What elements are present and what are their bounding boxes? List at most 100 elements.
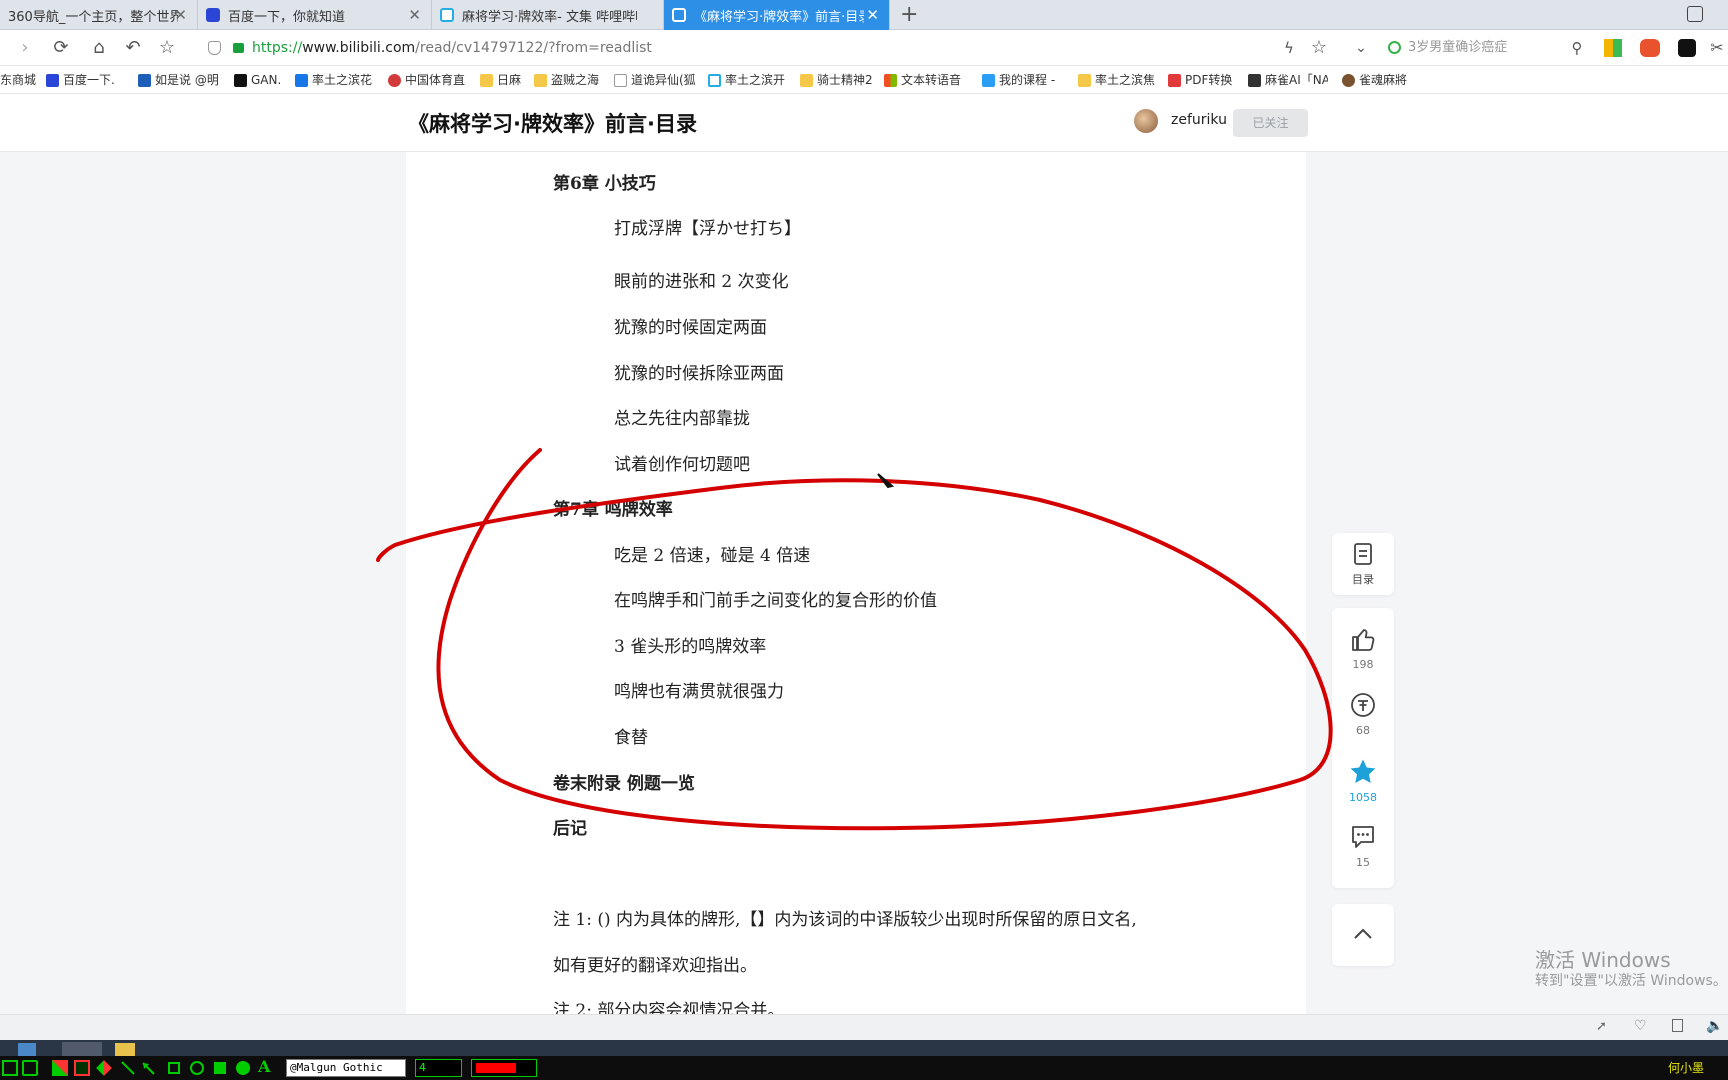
tab-active-article[interactable]: 《麻将学习·牌效率》前言·目录 ✕ xyxy=(664,0,890,30)
bookmark-item[interactable]: 如是说 @明 xyxy=(138,71,222,89)
home-icon[interactable]: ⌂ xyxy=(88,37,110,59)
close-icon[interactable]: ✕ xyxy=(866,6,879,24)
text-tool-icon[interactable]: A xyxy=(258,1059,274,1075)
bookmark-folder[interactable]: 骑士精神2 xyxy=(800,71,878,89)
bookmark-item[interactable]: 率土之滨开 xyxy=(708,71,788,89)
toc-label: 目录 xyxy=(1352,573,1374,586)
bookmark-item[interactable]: 率土之滨花 xyxy=(295,71,375,89)
line-icon[interactable] xyxy=(120,1060,136,1076)
ellipse-icon[interactable] xyxy=(190,1061,204,1075)
toc-section-item: 鸣牌也有满贯就很强力 xyxy=(614,682,784,702)
pen-color-select[interactable] xyxy=(471,1059,537,1077)
avatar[interactable] xyxy=(1134,109,1158,133)
coin-button[interactable]: 68 xyxy=(1332,692,1394,737)
bookmark-item[interactable]: 中国体育直 xyxy=(388,71,470,89)
toc-chapter-heading: 第7章 鸣牌效率 xyxy=(553,500,673,520)
tab-label: 百度一下，你就知道 xyxy=(228,9,346,25)
tab-label: 360导航_一个主页，整个世界 xyxy=(8,9,178,25)
zhihu-icon xyxy=(295,73,308,87)
back-to-top-button[interactable] xyxy=(1332,904,1394,966)
rocket-icon[interactable]: ➚ xyxy=(1596,1019,1607,1034)
search-icon[interactable]: ⚲ xyxy=(1566,37,1588,59)
folder-icon xyxy=(1078,73,1091,87)
bookmark-site-icon xyxy=(982,73,995,87)
url-input[interactable]: https://www.bilibili.com/read/cv14797122… xyxy=(252,35,1402,61)
scissors-icon[interactable]: ✂ xyxy=(1706,37,1728,59)
tab-baidu[interactable]: 百度一下，你就知道 ✕ xyxy=(198,0,432,30)
bookmark-item[interactable]: 雀魂麻將 xyxy=(1342,71,1422,89)
lock-icon xyxy=(233,43,244,53)
follow-button[interactable]: 已关注 xyxy=(1233,109,1308,137)
page-title: 《麻将学习·牌效率》前言·目录 xyxy=(408,112,697,136)
shield-icon[interactable] xyxy=(208,41,221,55)
speaker-icon[interactable]: 🔈 xyxy=(1706,1018,1723,1034)
url-scheme: https:// xyxy=(252,40,303,56)
reload-icon[interactable]: ⟳ xyxy=(50,37,72,59)
rectangle-icon[interactable] xyxy=(168,1062,180,1074)
bookmark-star-icon[interactable]: ☆ xyxy=(156,37,178,59)
font-select[interactable]: @Malgun Gothic xyxy=(286,1059,406,1077)
favorite-button[interactable]: 1058 xyxy=(1332,758,1394,804)
coin-icon xyxy=(1351,693,1375,717)
comment-button[interactable]: 15 xyxy=(1332,824,1394,869)
bookmark-label: GAN. xyxy=(251,73,282,87)
chevron-down-icon[interactable]: ⌄ xyxy=(1350,37,1372,59)
toc-button[interactable]: 目录 xyxy=(1332,533,1394,595)
activation-watermark-subtitle: 转到"设置"以激活 Windows。 xyxy=(1535,973,1727,989)
arrow-icon[interactable] xyxy=(140,1060,156,1076)
toc-section-item: 试着创作何切题吧 xyxy=(614,455,750,475)
bookmark-label: 盗贼之海 xyxy=(551,73,600,87)
forward-icon[interactable]: › xyxy=(14,37,36,59)
lightning-icon[interactable]: ϟ xyxy=(1278,37,1300,59)
new-tab-button[interactable]: + xyxy=(900,2,918,27)
bookmark-folder[interactable]: 盗贼之海 xyxy=(534,71,604,89)
like-button[interactable]: 198 xyxy=(1332,626,1394,671)
tab-360-nav[interactable]: 360导航_一个主页，整个世界 ✕ xyxy=(0,0,198,30)
thumbs-up-icon xyxy=(1352,629,1375,651)
eraser-icon[interactable] xyxy=(52,1060,68,1076)
open-folder-icon[interactable] xyxy=(22,1060,38,1076)
activation-watermark-title: 激活 Windows xyxy=(1535,948,1671,972)
bookmark-item[interactable]: GAN. xyxy=(234,71,290,89)
bookmark-item[interactable]: 道诡异仙(狐 xyxy=(614,71,696,89)
search-placeholder: 3岁男童确诊癌症 xyxy=(1408,40,1508,55)
skin-shirt-icon[interactable] xyxy=(1687,6,1703,22)
bookmark-folder[interactable]: 率土之滨焦 xyxy=(1078,71,1156,89)
bookmark-item[interactable]: 麻雀AI「NA xyxy=(1248,71,1328,89)
close-icon[interactable]: ✕ xyxy=(408,6,421,24)
author-name[interactable]: zefuriku xyxy=(1171,112,1227,128)
apps-grid-icon[interactable] xyxy=(1604,39,1622,57)
pen-icon[interactable] xyxy=(74,1060,90,1076)
favorite-star-icon[interactable]: ☆ xyxy=(1308,37,1330,59)
bookmark-item[interactable]: 文本转语音 xyxy=(884,71,970,89)
highlighter-icon[interactable] xyxy=(96,1060,112,1076)
toc-section-item: 吃是 2 倍速，碰是 4 倍速 xyxy=(614,546,811,566)
tab-bilibili-collection[interactable]: 麻将学习·牌效率- 文集 哔哩哔哩 xyxy=(432,0,664,30)
bookmark-label: 道诡异仙(狐 xyxy=(631,73,696,87)
undo-icon[interactable]: ↶ xyxy=(122,37,144,59)
bookmark-item[interactable]: 百度一下. xyxy=(46,71,126,89)
toc-section-item: 在鸣牌手和门前手之间变化的复合形的价值 xyxy=(614,591,937,611)
bookmark-site-icon xyxy=(1248,73,1261,87)
filled-rectangle-icon[interactable] xyxy=(214,1062,226,1074)
search-input[interactable]: 3岁男童确诊癌症 xyxy=(1376,36,1586,60)
extension-icon[interactable] xyxy=(1678,39,1696,57)
filled-ellipse-icon[interactable] xyxy=(236,1061,250,1075)
heart-icon[interactable]: ♡ xyxy=(1634,1018,1647,1034)
bookmark-item[interactable]: PDF转换 xyxy=(1168,71,1236,89)
save-icon[interactable] xyxy=(2,1060,18,1076)
pen-size-select[interactable]: 4 xyxy=(415,1059,462,1077)
bookmark-label: 中国体育直 xyxy=(405,73,466,87)
bookmark-item[interactable]: 东商城 xyxy=(0,71,40,89)
article-header: 《麻将学习·牌效率》前言·目录 zefuriku 已关注 xyxy=(0,94,1728,152)
windows-logo-icon xyxy=(884,73,897,87)
toc-section-item: 犹豫的时候拆除亚两面 xyxy=(614,364,784,384)
trash-icon[interactable] xyxy=(1672,1019,1683,1032)
bookmark-item[interactable]: 我的课程 - xyxy=(982,71,1060,89)
game-controller-icon[interactable] xyxy=(1640,39,1660,57)
bookmark-label: 如是说 @明 xyxy=(155,73,219,87)
close-icon[interactable]: ✕ xyxy=(174,6,187,24)
like-count: 198 xyxy=(1352,658,1374,671)
bookmark-folder[interactable]: 日麻 xyxy=(480,71,530,89)
toc-tool: 目录 xyxy=(1332,543,1394,587)
